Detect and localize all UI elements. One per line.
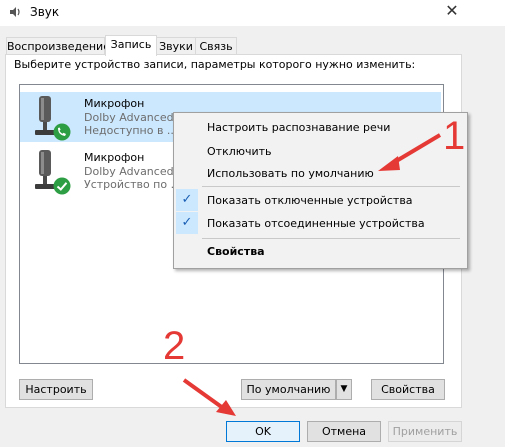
tab-sounds[interactable]: Звуки: [156, 37, 196, 55]
menu-item-properties[interactable]: Свойства: [207, 245, 265, 258]
ok-button[interactable]: OK: [226, 421, 300, 442]
tab-playback[interactable]: Воспроизведение: [6, 37, 110, 55]
menu-item-set-default[interactable]: Использовать по умолчанию: [207, 167, 374, 180]
speaker-icon: [10, 7, 20, 17]
menu-separator: [202, 238, 460, 239]
menu-item-disable[interactable]: Отключить: [207, 145, 272, 158]
configure-button[interactable]: Настроить: [19, 379, 93, 400]
close-button[interactable]: ✕: [440, 0, 464, 24]
check-icon: ✓: [176, 189, 198, 211]
check-icon: ✓: [176, 212, 198, 234]
default-check-icon: [53, 177, 71, 195]
tab-recording[interactable]: Запись: [105, 35, 157, 56]
set-default-button[interactable]: По умолчанию: [241, 379, 336, 400]
device-status: Устройство по ...: [84, 178, 182, 191]
apply-button[interactable]: Применить: [388, 421, 462, 442]
device-name: Микрофон: [84, 97, 145, 110]
annotation-number-1: 1: [443, 114, 466, 158]
annotation-number-2: 2: [163, 324, 186, 368]
device-status: Недоступно в ...: [84, 124, 178, 137]
set-default-dropdown[interactable]: ▼: [336, 379, 352, 400]
cancel-button[interactable]: Отмена: [307, 421, 381, 442]
title-bar: [0, 0, 505, 26]
menu-item-show-disconnected[interactable]: Показать отсоединенные устройства: [207, 217, 425, 230]
device-name: Микрофон: [84, 151, 145, 164]
chevron-down-icon: ▼: [340, 384, 348, 394]
menu-separator: [202, 186, 460, 187]
properties-button[interactable]: Свойства: [371, 379, 445, 400]
tab-communications[interactable]: Связь: [195, 37, 237, 55]
menu-item-configure-speech[interactable]: Настроить распознавание речи: [207, 121, 390, 134]
window-title: Звук: [30, 5, 60, 19]
instruction-text: Выберите устройство записи, параметры ко…: [14, 58, 416, 71]
phone-status-icon: [53, 123, 71, 141]
menu-item-show-disabled[interactable]: Показать отключенные устройства: [207, 194, 413, 207]
